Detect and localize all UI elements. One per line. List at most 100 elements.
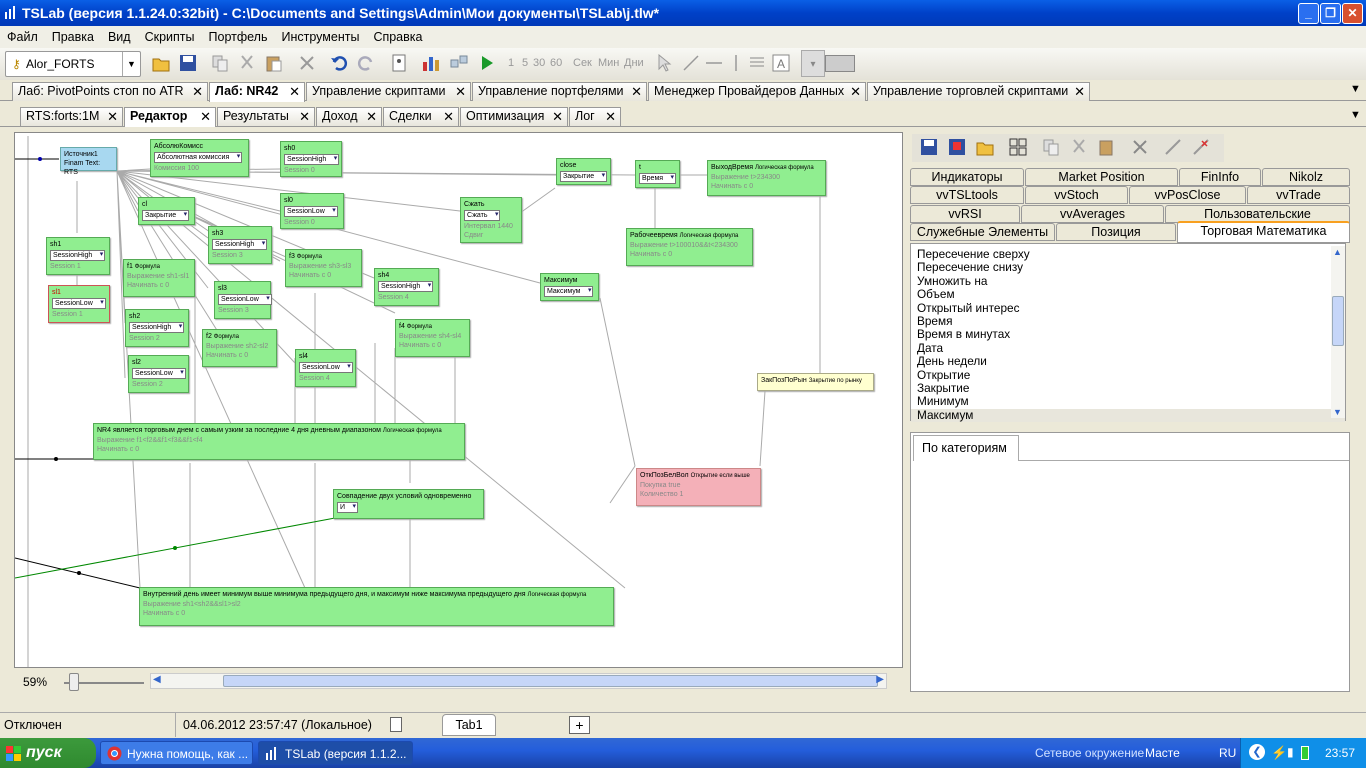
node-compress[interactable]: Сжать Сжать Интервал 1440 Сдвиг <box>460 197 522 243</box>
node-max[interactable]: Максимум Максимум <box>540 273 599 301</box>
network-icon[interactable]: ⚡ <box>1271 745 1287 761</box>
paste-icon[interactable] <box>265 54 283 72</box>
node-select[interactable]: SessionHigh <box>50 250 106 261</box>
network-places-label[interactable]: Сетевое окружение <box>1035 746 1144 760</box>
scroll-thumb[interactable] <box>1332 296 1344 346</box>
tabs-menu-icon[interactable]: ▼ <box>1350 83 1361 95</box>
scroll-up-icon[interactable]: ▲ <box>1333 246 1342 259</box>
list-item[interactable]: Открытие <box>911 368 1345 382</box>
tabs-menu-icon[interactable]: ▼ <box>1350 109 1361 121</box>
tf-5[interactable]: 5 <box>522 57 528 69</box>
delete-icon[interactable] <box>298 54 316 72</box>
node-select[interactable]: Время <box>639 173 677 184</box>
menu-file[interactable]: Файл <box>0 26 45 48</box>
tray-master-label[interactable]: Масте <box>1145 746 1180 760</box>
node-sl2[interactable]: sl2 SessionLow Session 2 <box>128 355 189 393</box>
tab-vvtsltools[interactable]: vvTSLtools <box>910 186 1024 204</box>
tab-results[interactable]: Результаты ✕ <box>217 107 315 126</box>
tf-1[interactable]: 1 <box>508 57 514 69</box>
node-sl3[interactable]: sl3 SessionLow Session 3 <box>214 281 272 319</box>
tab-pivotpoints[interactable]: Лаб: PivotPoints стоп по ATR ✕ <box>12 82 208 101</box>
copy-icon[interactable] <box>211 54 229 72</box>
close-icon[interactable]: ✕ <box>192 83 203 100</box>
node-sl0[interactable]: sl0 SessionLow Session 0 <box>280 193 344 229</box>
tab-scripts[interactable]: Управление скриптами ✕ <box>306 82 471 101</box>
node-open-position[interactable]: ОткПозБелВол Открытие если выше Покупка t… <box>636 468 761 506</box>
close-icon[interactable]: ✕ <box>443 108 454 125</box>
node-f3[interactable]: f3 Формула Выражение sh3-sl3 Начинать с 0 <box>285 249 362 287</box>
node-select[interactable]: Закрытие <box>142 210 190 221</box>
grid-icon[interactable] <box>1009 138 1027 156</box>
tab-indicators[interactable]: Индикаторы <box>910 168 1024 186</box>
node-f4[interactable]: f4 Формула Выражение sh4-sl4 Начинать с 0 <box>395 319 470 357</box>
language-indicator[interactable]: RU <box>1219 746 1236 760</box>
tf-30[interactable]: 30 <box>533 57 545 69</box>
list-item[interactable]: Минимум <box>911 394 1345 408</box>
save-icon[interactable] <box>179 54 197 72</box>
close-icon[interactable]: ✕ <box>455 83 466 100</box>
close-icon[interactable]: ✕ <box>850 83 861 100</box>
save-as-icon[interactable] <box>948 138 966 156</box>
menu-edit[interactable]: Правка <box>45 26 101 48</box>
close-icon[interactable]: ✕ <box>366 108 377 125</box>
period-day[interactable]: Дни <box>624 57 644 69</box>
tab-position[interactable]: Позиция <box>1056 223 1176 241</box>
tab-nr42[interactable]: Лаб: NR42 ✕ <box>209 82 305 102</box>
cursor-icon[interactable] <box>656 54 674 72</box>
tab-market-position[interactable]: Market Position <box>1025 168 1178 186</box>
tf-60[interactable]: 60 <box>550 57 562 69</box>
list-item[interactable]: Дата <box>911 341 1345 355</box>
list-item[interactable]: Время <box>911 314 1345 328</box>
horizontal-scrollbar[interactable]: ◀ ▶ <box>150 673 887 689</box>
undo-icon[interactable] <box>330 54 348 72</box>
tab-editor[interactable]: Редактор ✕ <box>124 107 216 127</box>
close-icon[interactable]: ✕ <box>605 108 616 125</box>
start-button[interactable]: пуск <box>0 738 96 768</box>
node-select[interactable]: SessionLow <box>218 294 272 305</box>
list-item[interactable]: Время в минутах <box>911 327 1345 341</box>
node-commission[interactable]: АбсолюКомисс Абсолютная комиссия Комиссия … <box>150 139 249 177</box>
tab-vvposclose[interactable]: vvPosClose <box>1129 186 1246 204</box>
open-icon[interactable] <box>152 54 170 72</box>
tab-deals[interactable]: Сделки ✕ <box>383 107 459 126</box>
tab-providers[interactable]: Менеджер Провайдеров Данных ✕ <box>648 82 866 101</box>
tab-fininfo[interactable]: FinInfo <box>1179 168 1261 186</box>
layout-icon[interactable] <box>450 54 468 72</box>
node-select[interactable]: Максимум <box>544 286 594 297</box>
tab-nikolz[interactable]: Nikolz <box>1262 168 1350 186</box>
close-icon[interactable]: ✕ <box>200 108 211 125</box>
period-min[interactable]: Мин <box>598 57 619 69</box>
close-icon[interactable]: ✕ <box>552 108 563 125</box>
list-scrollbar[interactable]: ▲ ▼ <box>1331 246 1345 418</box>
chart-icon[interactable] <box>422 54 440 72</box>
tab-vvaverages[interactable]: vvAverages <box>1021 205 1164 223</box>
node-close[interactable]: close Закрытие <box>556 158 611 185</box>
copy-icon[interactable] <box>1042 138 1060 156</box>
scroll-down-icon[interactable]: ▼ <box>1333 406 1342 419</box>
scroll-left-icon[interactable]: ◀ <box>153 674 161 685</box>
menu-scripts[interactable]: Скрипты <box>138 26 202 48</box>
list-item[interactable]: Закрытие <box>911 381 1345 395</box>
node-select[interactable]: SessionHigh <box>212 239 268 250</box>
node-and[interactable]: Совпадение двух условий одновременно И <box>333 489 484 519</box>
provider-select[interactable]: ⚷ Alor_FORTS ▼ <box>5 51 141 77</box>
tab-vvrsi[interactable]: vvRSI <box>910 205 1020 223</box>
scroll-thumb[interactable] <box>223 675 878 687</box>
list-item[interactable]: Объем <box>911 287 1345 301</box>
tab-instrument[interactable]: RTS:forts:1M ✕ <box>20 107 123 126</box>
node-sh1[interactable]: sh1 SessionHigh Session 1 <box>46 237 110 275</box>
cut-icon[interactable] <box>1070 138 1088 156</box>
task-tslab[interactable]: TSLab (версия 1.1.2... <box>258 741 413 765</box>
period-sec[interactable]: Сек <box>573 57 592 69</box>
tab-tab1[interactable]: Tab1 <box>442 714 496 736</box>
list-item[interactable]: День недели <box>911 354 1345 368</box>
delete-icon[interactable] <box>1131 138 1149 156</box>
tab-by-category[interactable]: По категориям <box>913 435 1019 461</box>
connect-icon[interactable] <box>1164 138 1182 156</box>
menu-tools[interactable]: Инструменты <box>274 26 366 48</box>
node-sh3[interactable]: sh3 SessionHigh Session 3 <box>208 226 272 264</box>
list-item[interactable]: Открытый интерес <box>911 301 1345 315</box>
tab-log[interactable]: Лог ✕ <box>569 107 621 126</box>
color-swatch[interactable] <box>825 55 855 72</box>
paste-icon[interactable] <box>1098 138 1116 156</box>
